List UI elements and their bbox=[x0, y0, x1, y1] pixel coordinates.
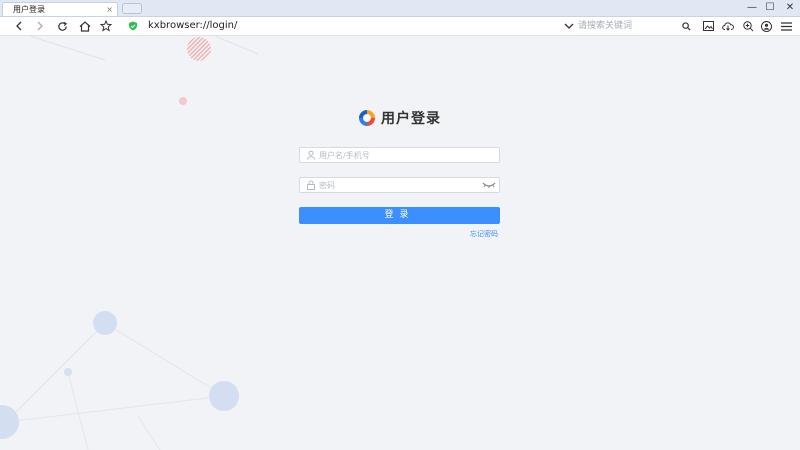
browser-toolbar: kxbrowser://login/ bbox=[0, 17, 800, 36]
new-tab-button[interactable] bbox=[122, 3, 142, 14]
login-button[interactable]: 登录 bbox=[299, 207, 500, 224]
home-icon bbox=[79, 20, 91, 32]
search-icon bbox=[681, 21, 691, 31]
cloud-download-icon bbox=[722, 22, 734, 31]
username-input[interactable] bbox=[319, 148, 479, 162]
zoom-button[interactable] bbox=[739, 17, 757, 35]
forgot-password-link[interactable]: 忘记密码 bbox=[470, 229, 498, 239]
menu-button[interactable] bbox=[777, 17, 795, 35]
reload-button[interactable] bbox=[53, 17, 71, 35]
zoom-in-icon bbox=[742, 20, 753, 31]
maximize-button[interactable]: ☐ bbox=[760, 0, 780, 16]
tab-close-icon[interactable]: × bbox=[106, 4, 113, 15]
account-button[interactable] bbox=[757, 17, 775, 35]
eye-closed-icon[interactable] bbox=[482, 181, 496, 189]
tab-title: 用户登录 bbox=[13, 5, 45, 14]
home-button[interactable] bbox=[76, 17, 94, 35]
background-decoration bbox=[0, 36, 259, 450]
tab-login[interactable]: 用户登录 × bbox=[2, 2, 118, 16]
secure-shield-icon bbox=[129, 21, 137, 31]
username-field[interactable] bbox=[299, 147, 500, 163]
back-icon bbox=[16, 21, 22, 31]
back-button[interactable] bbox=[10, 17, 28, 35]
bookmark-button[interactable] bbox=[97, 17, 115, 35]
user-circle-icon bbox=[760, 20, 772, 32]
screenshot-button[interactable] bbox=[699, 17, 717, 35]
address-bar[interactable]: kxbrowser://login/ bbox=[148, 19, 237, 33]
star-icon bbox=[100, 20, 112, 32]
user-icon bbox=[306, 150, 316, 160]
forward-icon bbox=[37, 21, 43, 31]
password-field[interactable] bbox=[299, 177, 500, 193]
title-bar: 用户登录 × — ☐ ✕ bbox=[0, 0, 800, 17]
minimize-button[interactable]: — bbox=[742, 0, 762, 16]
login-header: 用户登录 bbox=[357, 108, 441, 128]
search-button[interactable] bbox=[677, 17, 695, 35]
forward-button[interactable] bbox=[31, 17, 49, 35]
download-button[interactable] bbox=[719, 17, 737, 35]
lock-icon bbox=[307, 180, 315, 190]
search-input[interactable] bbox=[578, 19, 673, 33]
reload-icon bbox=[57, 21, 67, 31]
address-dropdown-button[interactable] bbox=[560, 17, 578, 35]
image-icon bbox=[702, 21, 714, 31]
page-title: 用户登录 bbox=[381, 111, 441, 127]
hamburger-menu-icon bbox=[780, 21, 792, 31]
browser-logo-icon bbox=[359, 110, 375, 126]
chevron-down-icon bbox=[564, 23, 574, 29]
password-input[interactable] bbox=[319, 178, 479, 192]
close-window-button[interactable]: ✕ bbox=[780, 0, 800, 16]
